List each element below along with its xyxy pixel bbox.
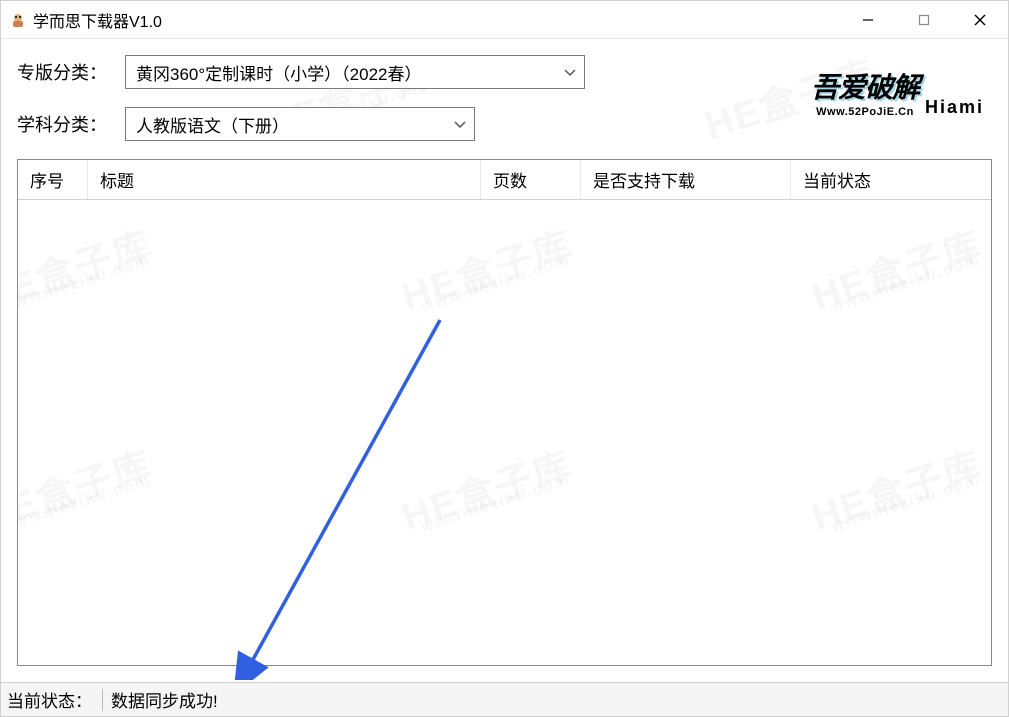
window-title: 学而思下载器V1.0 [33, 8, 162, 32]
column-header-status[interactable]: 当前状态 [791, 160, 991, 199]
column-header-download-support[interactable]: 是否支持下载 [581, 160, 791, 199]
titlebar: 学而思下载器V1.0 [1, 1, 1008, 39]
chevron-down-icon [564, 62, 576, 82]
data-table: 序号 标题 页数 是否支持下载 当前状态 HE盒子库 www.heziku.co… [17, 159, 992, 666]
status-divider [102, 689, 103, 711]
watermark: HE盒子库 [394, 434, 579, 541]
logo-area: 吾爱破解 Www.52PoJiE.Cn Hiami [724, 47, 984, 137]
logo-main: 吾爱破解 [811, 66, 919, 106]
table-header: 序号 标题 页数 是否支持下载 当前状态 [18, 160, 991, 200]
app-icon [9, 11, 27, 29]
titlebar-left: 学而思下载器V1.0 [9, 8, 162, 32]
table-body[interactable]: HE盒子库 www.heziku.com HE盒子库 www.heziku.co… [18, 200, 991, 665]
maximize-button[interactable] [896, 1, 952, 38]
logo-sub: Www.52PoJiE.Cn [816, 106, 914, 118]
main-window: 学而思下载器V1.0 HE盒子库 www.heziku.com HE盒子库 专版… [0, 0, 1009, 717]
subject-value: 人教版语文（下册） [136, 112, 289, 137]
category-value: 黄冈360°定制课时（小学）（2022春） [136, 60, 421, 85]
subject-label: 学科分类： [17, 111, 107, 137]
watermark-url: www.heziku.com [17, 251, 153, 316]
watermark: HE盒子库 [804, 214, 989, 321]
window-controls [840, 1, 1008, 38]
watermark-url: www.heziku.com [829, 251, 983, 316]
subject-dropdown[interactable]: 人教版语文（下册） [125, 107, 475, 141]
watermark: HE盒子库 [804, 434, 989, 541]
watermark-url: www.heziku.com [419, 251, 573, 316]
chevron-down-icon [454, 114, 466, 134]
watermark-url: www.heziku.com [829, 471, 983, 536]
watermark: HE盒子库 [394, 214, 579, 321]
watermark-url: www.heziku.com [17, 471, 153, 536]
watermark: HE盒子库 [17, 434, 159, 541]
content-area: HE盒子库 www.heziku.com HE盒子库 专版分类： 黄冈360°定… [1, 39, 1008, 682]
status-bar: 当前状态： 数据同步成功! [1, 682, 1008, 716]
watermark-url: www.heziku.com [419, 471, 573, 536]
column-header-seq[interactable]: 序号 [18, 160, 88, 199]
column-header-pages[interactable]: 页数 [481, 160, 581, 199]
column-header-title[interactable]: 标题 [88, 160, 481, 199]
status-label: 当前状态： [7, 687, 92, 712]
close-button[interactable] [952, 1, 1008, 38]
watermark: HE盒子库 [17, 214, 159, 321]
category-label: 专版分类： [17, 59, 107, 85]
category-dropdown[interactable]: 黄冈360°定制课时（小学）（2022春） [125, 55, 585, 89]
logo-author: Hiami [925, 97, 984, 118]
minimize-button[interactable] [840, 1, 896, 38]
status-message: 数据同步成功! [111, 687, 218, 712]
